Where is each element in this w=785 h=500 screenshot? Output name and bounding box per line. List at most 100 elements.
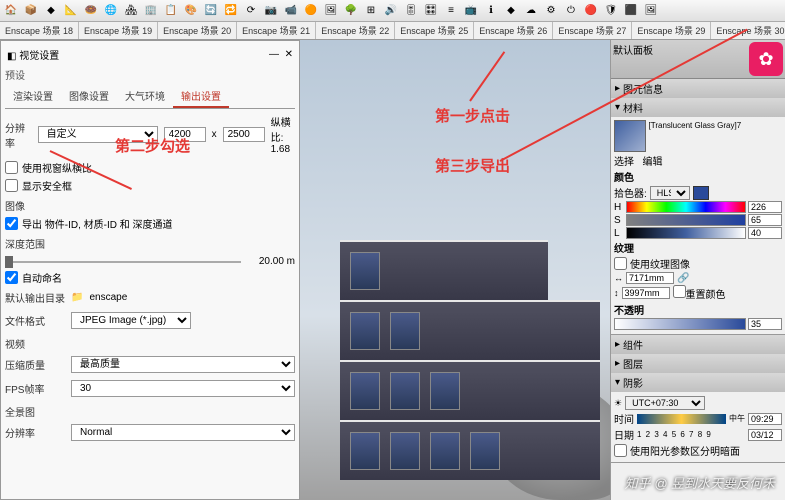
height-input[interactable]: [223, 127, 265, 142]
toolbar-icon-23[interactable]: 📺: [462, 2, 480, 20]
shadow-title: 阴影: [623, 375, 643, 390]
opacity-input[interactable]: [748, 318, 782, 330]
toolbar-icon-2[interactable]: ◆: [42, 2, 60, 20]
scene-tab-bar: Enscape 场景 18Enscape 场景 19Enscape 场景 20E…: [0, 22, 785, 40]
folder-icon[interactable]: 📁: [71, 292, 83, 303]
material-thumbnail[interactable]: [614, 120, 646, 152]
sun-cb[interactable]: [614, 444, 627, 457]
toolbar-icon-32[interactable]: 🖼: [642, 2, 660, 20]
toolbar-icon-24[interactable]: ℹ: [482, 2, 500, 20]
fps-label: FPS帧率: [5, 381, 65, 396]
video-section-label: 视频: [5, 336, 295, 351]
sat-slider[interactable]: [626, 214, 746, 226]
time-input[interactable]: [748, 413, 782, 425]
toolbar-icon-3[interactable]: 📐: [62, 2, 80, 20]
scene-tab[interactable]: Enscape 场景 30: [711, 22, 785, 39]
toolbar-icon-14[interactable]: 📹: [282, 2, 300, 20]
depth-value: 20.00 m: [245, 256, 295, 267]
toolbar-icon-20[interactable]: 🎚: [402, 2, 420, 20]
format-label: 文件格式: [5, 313, 65, 328]
toolbar-icon-13[interactable]: 📷: [262, 2, 280, 20]
safeframe-checkbox[interactable]: [5, 179, 18, 192]
resolution-mode-select[interactable]: 自定义: [38, 126, 158, 143]
toolbar-icon-10[interactable]: 🔄: [202, 2, 220, 20]
compress-select[interactable]: 最高质量: [71, 356, 295, 373]
panel-tab[interactable]: 大气环境: [117, 85, 173, 108]
toolbar-icon-25[interactable]: ◆: [502, 2, 520, 20]
materials-title: 材料: [623, 100, 643, 115]
color-swatch[interactable]: [693, 186, 709, 200]
sat-input[interactable]: [748, 214, 782, 226]
opacity-slider[interactable]: [614, 318, 746, 330]
toolbar-icon-31[interactable]: ⬛: [622, 2, 640, 20]
scene-building: [340, 220, 600, 480]
fps-select[interactable]: 30: [71, 380, 295, 397]
hue-slider[interactable]: [626, 201, 746, 213]
lit-input[interactable]: [748, 227, 782, 239]
panel-tab[interactable]: 渲染设置: [5, 85, 61, 108]
panel-tab[interactable]: 图像设置: [61, 85, 117, 108]
scene-tab[interactable]: Enscape 场景 26: [474, 22, 553, 39]
toolbar-icon-19[interactable]: 🔊: [382, 2, 400, 20]
toolbar-icon-18[interactable]: ⊞: [362, 2, 380, 20]
format-select[interactable]: JPEG Image (*.jpg): [71, 312, 191, 329]
toolbar-icon-16[interactable]: 🖼: [322, 2, 340, 20]
scene-tab[interactable]: Enscape 场景 27: [553, 22, 632, 39]
width-input[interactable]: [164, 127, 206, 142]
toolbar-icon-8[interactable]: 📋: [162, 2, 180, 20]
toolbar-icon-26[interactable]: ☁: [522, 2, 540, 20]
date-slider[interactable]: 1 2 3 4 5 6 7 8 9: [637, 430, 745, 439]
toolbar-icon-4[interactable]: 🍩: [82, 2, 100, 20]
tray-header-label: 默认面板: [613, 42, 653, 76]
image-section-label: 图像: [5, 198, 295, 213]
toolbar-icon-5[interactable]: 🌐: [102, 2, 120, 20]
toolbar-icon-29[interactable]: 🔴: [582, 2, 600, 20]
hue-input[interactable]: [748, 201, 782, 213]
scene-tab[interactable]: Enscape 场景 21: [237, 22, 316, 39]
scene-tab[interactable]: Enscape 场景 19: [79, 22, 158, 39]
toolbar-icon-28[interactable]: ⏻: [562, 2, 580, 20]
toolbar-icon-27[interactable]: ⚙: [542, 2, 560, 20]
tex-h-input[interactable]: [622, 287, 670, 299]
pano-res-select[interactable]: Normal: [71, 424, 295, 441]
toolbar-icon-15[interactable]: 🟠: [302, 2, 320, 20]
visual-settings-panel: ◧ 视觉设置 — ✕ 预设 渲染设置图像设置大气环境输出设置 分辨率 自定义 x…: [0, 40, 300, 500]
toolbar-icon-17[interactable]: 🌳: [342, 2, 360, 20]
picker-select[interactable]: HLS: [650, 186, 690, 200]
toolbar-icon-6[interactable]: 🏘: [122, 2, 140, 20]
date-input[interactable]: [748, 429, 782, 441]
time-slider[interactable]: [637, 414, 726, 424]
scene-tab[interactable]: Enscape 场景 29: [632, 22, 711, 39]
link-icon[interactable]: 🔗: [677, 273, 689, 284]
toolbar-icon-0[interactable]: 🏠: [2, 2, 20, 20]
toolbar-icon-11[interactable]: 🔁: [222, 2, 240, 20]
toolbar-icon-1[interactable]: 📦: [22, 2, 40, 20]
depth-slider[interactable]: [5, 261, 241, 263]
scene-tab[interactable]: Enscape 场景 18: [0, 22, 79, 39]
toolbar-icon-9[interactable]: 🎨: [182, 2, 200, 20]
color-title: 颜色: [614, 169, 634, 184]
panel-subtitle: 预设: [5, 67, 295, 82]
tz-select[interactable]: UTC+07:30: [625, 396, 705, 410]
viewport-aspect-checkbox[interactable]: [5, 161, 18, 174]
close-icon[interactable]: ✕: [285, 49, 293, 60]
scene-tab[interactable]: Enscape 场景 20: [158, 22, 237, 39]
minimize-icon[interactable]: —: [269, 49, 279, 60]
viewport-3d[interactable]: [300, 40, 610, 500]
scene-tab[interactable]: Enscape 场景 22: [316, 22, 395, 39]
panel-tab[interactable]: 输出设置: [173, 85, 229, 108]
scene-tab[interactable]: Enscape 场景 25: [395, 22, 474, 39]
lit-slider[interactable]: [626, 227, 746, 239]
autoname-checkbox[interactable]: [5, 271, 18, 284]
default-tray: 默认面板 ✿ ▸ 图元信息 ▾ 材料 [Translucent Glass Gr…: [610, 40, 785, 500]
compress-label: 压缩质量: [5, 357, 65, 372]
toolbar-icon-7[interactable]: 🏢: [142, 2, 160, 20]
toolbar-icon-12[interactable]: ⟳: [242, 2, 260, 20]
tex-w-input[interactable]: [626, 272, 674, 284]
depth-label: 深度范围: [5, 236, 65, 251]
export-id-checkbox[interactable]: [5, 217, 18, 230]
toolbar-icon-30[interactable]: 🛡: [602, 2, 620, 20]
toolbar-icon-21[interactable]: 🎛: [422, 2, 440, 20]
toolbar-icon-22[interactable]: ≡: [442, 2, 460, 20]
use-img-checkbox[interactable]: [614, 257, 627, 270]
